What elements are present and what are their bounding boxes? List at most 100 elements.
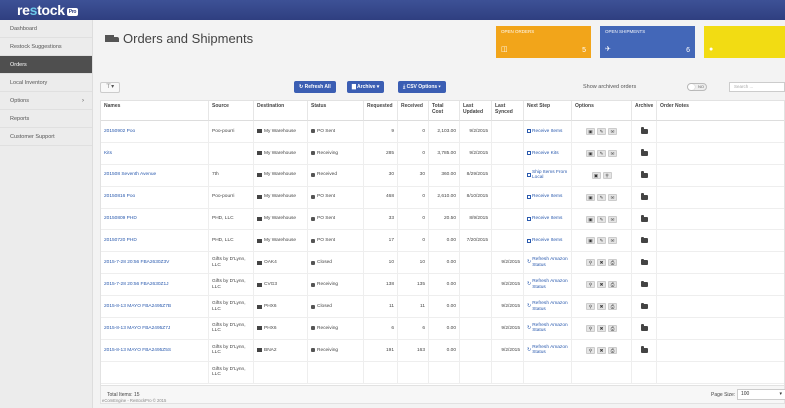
sidebar-item-reports[interactable]: Reports <box>0 110 92 128</box>
folder-icon[interactable] <box>640 193 648 200</box>
option-button[interactable]: ✖ <box>597 303 606 311</box>
option-button[interactable]: ⎙ <box>608 346 617 354</box>
cell-order-notes[interactable] <box>657 296 784 319</box>
column-header[interactable]: Requested <box>364 101 398 121</box>
cell-next[interactable]: Ship Items From Local <box>524 164 572 187</box>
folder-icon[interactable] <box>640 258 648 266</box>
option-button[interactable]: ✉ <box>608 127 617 135</box>
sidebar-item-local-inventory[interactable]: Local Inventory <box>0 74 92 92</box>
table-row[interactable]: 2015-7-28 20:56 FBA2630Z1J Gifts by D'Lyn… <box>101 274 784 297</box>
option-button[interactable]: ⚲ <box>586 324 595 332</box>
option-button[interactable]: ✉ <box>608 215 617 223</box>
third-tile[interactable]: ● <box>704 26 785 58</box>
option-button[interactable]: ⎙ <box>608 303 617 311</box>
cell-order-notes[interactable] <box>657 187 784 209</box>
option-button[interactable]: ▣ <box>586 215 595 223</box>
table-row[interactable]: Kits My Warehouse Receiving 285 0 3,785.00 9/2… <box>101 142 784 165</box>
cell-order-notes[interactable] <box>657 165 784 187</box>
option-button[interactable]: ⚲ <box>586 346 595 354</box>
option-button[interactable]: ▣ <box>586 127 595 135</box>
table-row[interactable]: 20150809 PHD PHD, LLC My Warehouse PO Sent 3… <box>101 208 784 231</box>
option-button[interactable]: ▣ <box>586 193 595 201</box>
cell-name[interactable]: 20150816 Poo <box>101 186 209 209</box>
folder-icon[interactable] <box>640 346 648 353</box>
cell-name[interactable]: 2015-7-28 20:56 FBA2630Z3V <box>101 252 209 275</box>
option-button[interactable]: ✉ <box>608 193 617 201</box>
sidebar-item-options[interactable]: Options › <box>0 92 92 110</box>
cell-name[interactable]: 20150720 PHD <box>101 230 209 253</box>
column-header[interactable]: Order Notes <box>657 101 784 121</box>
option-button[interactable]: ⚲ <box>586 281 595 289</box>
cell-name[interactable]: 2015-8-13 MAYO FBA2495Z5S <box>101 339 209 362</box>
column-header[interactable]: Next Step <box>524 101 572 121</box>
table-row[interactable]: 20150816 Poo Poo-pourri My Warehouse PO Sen… <box>101 186 784 209</box>
option-button[interactable]: ⎙ <box>608 324 617 332</box>
column-header[interactable]: Destination <box>254 101 308 121</box>
cell-order-notes[interactable] <box>657 274 784 297</box>
sidebar-item-customer-support[interactable]: Customer Support <box>0 128 92 146</box>
sidebar-item-restock-suggestions[interactable]: Restock Suggestions <box>0 38 92 56</box>
cell-order-notes[interactable] <box>657 340 784 362</box>
cell-next[interactable]: ↻ Refresh Amazon Status <box>524 252 572 275</box>
cell-next[interactable]: Receive Items <box>524 230 572 253</box>
option-button[interactable]: ▣ <box>591 171 601 179</box>
filter-button[interactable]: ⊤▾ <box>100 82 120 93</box>
cell-order-notes[interactable] <box>657 121 784 143</box>
column-header[interactable]: Names <box>101 101 209 121</box>
cell-next[interactable]: ↻ Refresh Amazon Status <box>524 339 572 362</box>
option-button[interactable]: ✎ <box>597 149 606 157</box>
refresh-all-button[interactable]: ↻ Refresh All <box>294 81 336 93</box>
cell-name[interactable]: 2015-8-13 MAYO FBA2495Z7J <box>101 318 209 340</box>
cell-order-notes[interactable] <box>657 209 784 231</box>
column-header[interactable]: Total Cost <box>429 101 460 121</box>
open-orders-tile[interactable]: Open Orders ◫ 5 <box>496 26 591 58</box>
option-button[interactable]: ✎ <box>597 127 606 135</box>
option-button[interactable]: ✎ <box>597 215 606 223</box>
option-button[interactable]: ✉ <box>608 237 617 245</box>
cell-next[interactable]: ↻ Refresh Amazon Status <box>524 318 572 340</box>
show-archived-toggle[interactable]: NO <box>687 83 707 91</box>
column-header[interactable]: Last Updated <box>460 101 492 121</box>
option-button[interactable]: ✉ <box>608 149 617 157</box>
option-button[interactable]: ⎙ <box>608 281 617 289</box>
column-header[interactable]: Status <box>308 101 364 121</box>
option-button[interactable]: ⚲ <box>586 303 595 311</box>
folder-icon[interactable] <box>640 171 648 178</box>
cell-next[interactable]: Receive Items <box>524 186 572 209</box>
cell-next[interactable]: ↻ Refresh Amazon Status <box>524 274 572 297</box>
option-button[interactable]: ⚲ <box>602 171 612 179</box>
open-shipments-tile[interactable]: Open Shipments ✈ 6 <box>600 26 695 58</box>
option-button[interactable]: ✖ <box>597 259 606 267</box>
table-row[interactable]: 20150902 Poo Poo-pourri My Warehouse PO Sen… <box>101 121 784 143</box>
option-button[interactable]: ▣ <box>586 149 595 157</box>
option-button[interactable]: ✎ <box>597 193 606 201</box>
option-button[interactable]: ✖ <box>597 281 606 289</box>
table-row[interactable]: 201508 Seventh Avenue 7th My Warehouse Rece… <box>101 164 784 187</box>
column-header[interactable]: Archive <box>632 101 657 121</box>
page-size-select[interactable]: 100 <box>737 389 785 400</box>
column-header[interactable]: Options <box>572 101 632 121</box>
table-row[interactable]: 2015-8-13 MAYO FBA2495Z5S Gifts by D'Lynn… <box>101 339 784 362</box>
cell-next[interactable] <box>524 361 572 384</box>
cell-name[interactable]: 20150809 PHD <box>101 208 209 231</box>
cell-order-notes[interactable] <box>657 252 784 275</box>
sidebar-item-dashboard[interactable]: Dashboard <box>0 20 92 38</box>
folder-icon[interactable] <box>640 280 648 288</box>
folder-icon[interactable] <box>640 215 648 222</box>
folder-icon[interactable] <box>640 149 648 156</box>
sidebar-item-orders[interactable]: Orders <box>0 56 92 74</box>
cell-next[interactable]: Receive Items <box>524 121 572 143</box>
folder-icon[interactable] <box>640 127 648 134</box>
folder-icon[interactable] <box>640 236 648 244</box>
column-header[interactable]: Source <box>209 101 254 121</box>
option-button[interactable]: ⚲ <box>586 259 595 267</box>
cell-next[interactable]: Receive Kits <box>524 142 572 165</box>
option-button[interactable]: ✖ <box>597 324 606 332</box>
column-header[interactable]: Received <box>398 101 429 121</box>
table-row[interactable]: 2015-8-13 MAYO FBA2495Z7J Gifts by D'Lynn… <box>101 318 784 340</box>
option-button[interactable]: ✎ <box>597 237 606 245</box>
folder-icon[interactable] <box>640 302 648 310</box>
cell-order-notes[interactable] <box>657 362 784 384</box>
table-row[interactable]: 2015-7-28 20:56 FBA2630Z3V Gifts by D'Lyn… <box>101 252 784 275</box>
cell-order-notes[interactable] <box>657 318 784 340</box>
